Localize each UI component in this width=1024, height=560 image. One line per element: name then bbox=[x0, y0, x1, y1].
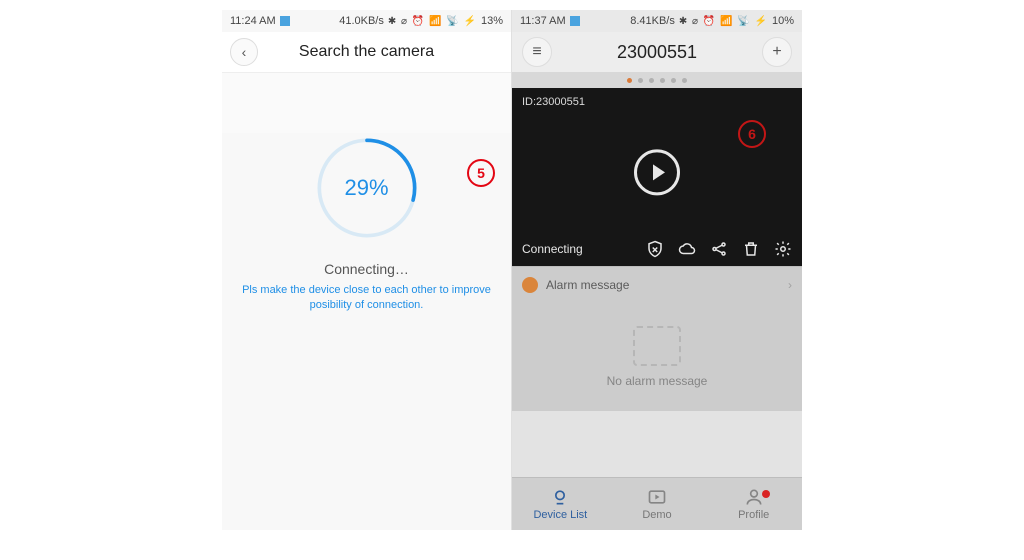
tab-device-list[interactable]: Device List bbox=[512, 478, 609, 530]
share-icon[interactable] bbox=[710, 240, 728, 258]
status-icons: ✱ ⌀ ⏰ 📶 📡 ⚡ bbox=[679, 16, 768, 27]
shield-x-icon[interactable] bbox=[646, 240, 664, 258]
video-status-label: Connecting bbox=[522, 242, 583, 256]
alarm-header-label: Alarm message bbox=[546, 278, 629, 292]
progress-percent: 29% bbox=[312, 133, 422, 243]
status-square-icon bbox=[570, 16, 580, 26]
header-bar: ≡ 23000551 + bbox=[512, 32, 802, 72]
tab-label: Demo bbox=[642, 509, 671, 521]
tab-label: Device List bbox=[533, 509, 587, 521]
status-battery: 10% bbox=[772, 15, 794, 27]
video-preview-card: ID:23000551 Connecting 6 bbox=[512, 88, 802, 266]
page-dots bbox=[512, 72, 802, 88]
alarm-message-header[interactable]: Alarm message › bbox=[512, 266, 802, 303]
add-button[interactable]: + bbox=[762, 37, 792, 67]
status-net: 8.41KB/s bbox=[630, 15, 675, 27]
person-icon bbox=[744, 487, 764, 507]
gear-icon[interactable] bbox=[774, 240, 792, 258]
trash-icon[interactable] bbox=[742, 240, 760, 258]
phone-screen-search-camera: 11:24 AM 41.0KB/s ✱ ⌀ ⏰ 📶 📡 ⚡ 13% ‹ Sear… bbox=[222, 10, 512, 530]
search-content: 29% Connecting… Pls make the device clos… bbox=[222, 133, 511, 530]
page-dot[interactable] bbox=[649, 78, 654, 83]
bell-icon bbox=[522, 277, 538, 293]
no-alarm-label: No alarm message bbox=[607, 374, 708, 388]
status-bar: 11:24 AM 41.0KB/s ✱ ⌀ ⏰ 📶 📡 ⚡ 13% bbox=[222, 10, 511, 32]
empty-illustration bbox=[633, 326, 681, 366]
bottom-tab-bar: Device List Demo Profile bbox=[512, 477, 802, 530]
notification-badge bbox=[762, 490, 770, 498]
tab-label: Profile bbox=[738, 509, 769, 521]
status-square-icon bbox=[280, 16, 290, 26]
device-id-title: 23000551 bbox=[617, 42, 697, 63]
status-battery: 13% bbox=[481, 15, 503, 27]
alarm-empty-state: No alarm message bbox=[512, 303, 802, 411]
connecting-label: Connecting… bbox=[222, 261, 511, 277]
page-dot[interactable] bbox=[682, 78, 687, 83]
page-title: Search the camera bbox=[222, 43, 511, 61]
phone-screen-device-list: 11:37 AM 8.41KB/s ✱ ⌀ ⏰ 📶 📡 ⚡ 10% ≡ 2300… bbox=[512, 10, 802, 530]
play-rect-icon bbox=[647, 487, 667, 507]
status-time: 11:24 AM bbox=[230, 15, 276, 27]
status-net: 41.0KB/s bbox=[339, 15, 384, 27]
status-bar: 11:37 AM 8.41KB/s ✱ ⌀ ⏰ 📶 📡 ⚡ 10% bbox=[512, 10, 802, 32]
tab-profile[interactable]: Profile bbox=[705, 478, 802, 530]
header-bar: ‹ Search the camera bbox=[222, 32, 511, 73]
page-dot[interactable] bbox=[671, 78, 676, 83]
tab-demo[interactable]: Demo bbox=[609, 478, 706, 530]
connection-hint: Pls make the device close to each other … bbox=[222, 283, 511, 314]
annotation-6: 6 bbox=[738, 120, 766, 148]
status-icons: ✱ ⌀ ⏰ 📶 📡 ⚡ bbox=[388, 16, 477, 27]
menu-button[interactable]: ≡ bbox=[522, 37, 552, 67]
page-dot[interactable] bbox=[627, 78, 632, 83]
annotation-5: 5 bbox=[467, 159, 495, 187]
progress-ring: 29% bbox=[312, 133, 422, 243]
video-id-label: ID:23000551 bbox=[522, 96, 585, 108]
cloud-icon[interactable] bbox=[678, 240, 696, 258]
chevron-right-icon: › bbox=[788, 278, 792, 292]
page-dot[interactable] bbox=[660, 78, 665, 83]
page-dot[interactable] bbox=[638, 78, 643, 83]
status-time: 11:37 AM bbox=[520, 15, 566, 27]
play-button[interactable] bbox=[634, 149, 680, 195]
camera-icon bbox=[550, 487, 570, 507]
